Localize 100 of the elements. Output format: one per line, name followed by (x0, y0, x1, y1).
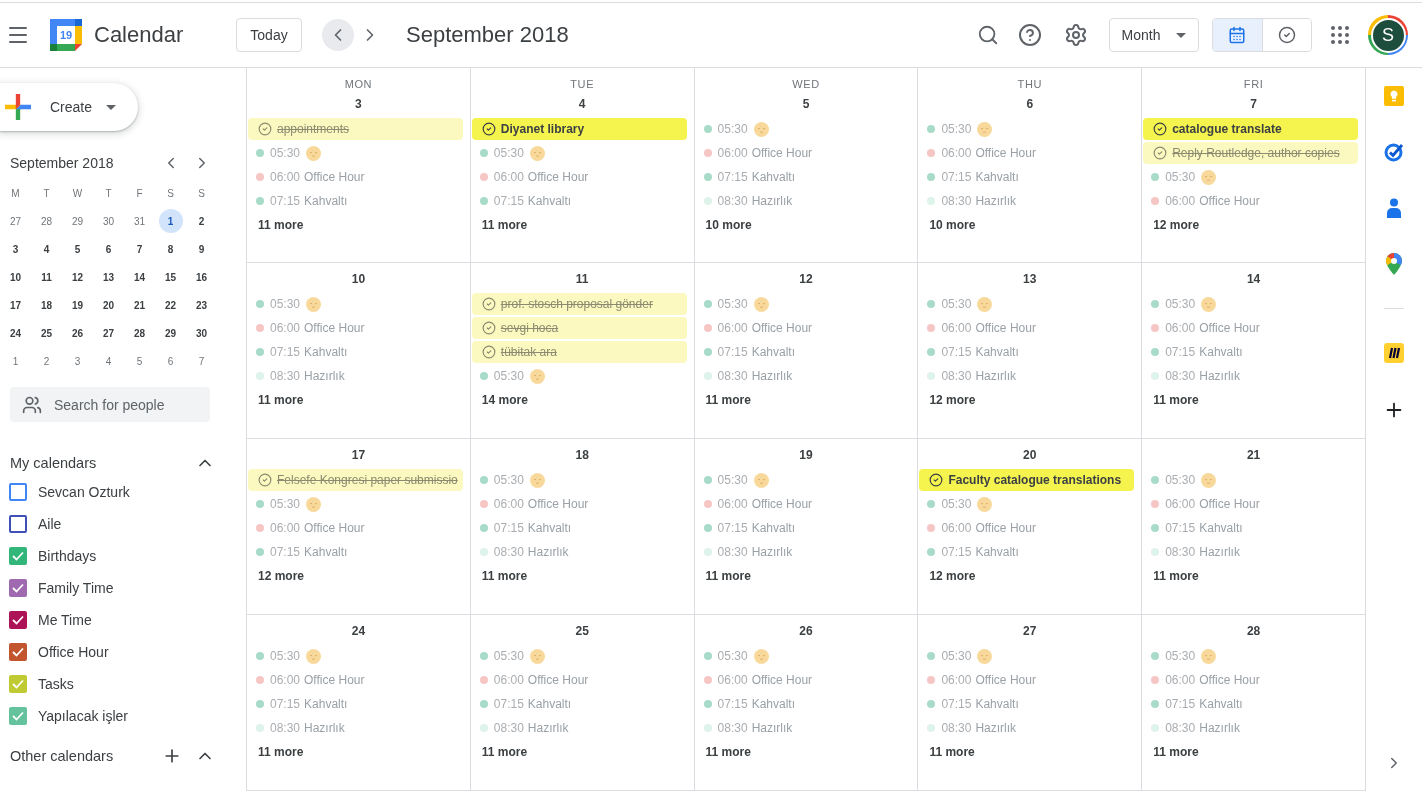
event-item[interactable]: 06:00 Office Hour (471, 669, 687, 691)
event-item[interactable]: 07:15 Kahvaltı (919, 541, 1135, 563)
day-number[interactable]: 19 (795, 443, 817, 467)
checkbox[interactable] (9, 515, 27, 533)
event-item[interactable]: 08:30 Hazırlık (248, 717, 463, 739)
event-item[interactable]: 07:15 Kahvaltı (248, 341, 463, 363)
day-number[interactable]: 6 (1022, 92, 1038, 116)
event-item[interactable]: 08:30 Hazırlık (471, 717, 687, 739)
event-item[interactable]: 07:15 Kahvaltı (695, 341, 911, 363)
tasks-view-button[interactable] (1261, 19, 1311, 51)
day-number[interactable]: 20 (1019, 443, 1041, 467)
mini-calendar-day[interactable]: 8 (158, 237, 183, 261)
more-link[interactable]: 10 more (695, 214, 756, 236)
mini-calendar-day[interactable]: 11 (34, 265, 59, 289)
more-link[interactable]: 11 more (695, 389, 755, 411)
event-item[interactable]: 07:15 Kahvaltı (919, 341, 1135, 363)
checkbox[interactable] (9, 547, 27, 565)
settings-icon[interactable] (1064, 23, 1088, 47)
event-item[interactable]: 08:30 Hazırlık (248, 365, 463, 387)
mini-calendar-day[interactable]: 7 (189, 349, 214, 373)
day-number[interactable]: 13 (1019, 267, 1041, 291)
event-item[interactable]: 06:00 Office Hour (248, 317, 463, 339)
event-item[interactable]: 07:15 Kahvaltı (471, 517, 687, 539)
mini-calendar-day[interactable]: 20 (96, 293, 121, 317)
event-item[interactable]: 06:00 Office Hour (1143, 317, 1358, 339)
mini-calendar-day[interactable]: 25 (34, 321, 59, 345)
event-item[interactable]: 08:30 Hazırlık (1143, 717, 1358, 739)
event-item[interactable]: 08:30 Hazırlık (1143, 365, 1358, 387)
mini-calendar-day[interactable]: 4 (34, 237, 59, 261)
mini-calendar-day[interactable]: 28 (127, 321, 152, 345)
more-link[interactable]: 12 more (248, 565, 309, 587)
help-icon[interactable] (1018, 23, 1042, 47)
day-number[interactable]: 12 (795, 267, 817, 291)
more-link[interactable]: 14 more (471, 389, 532, 411)
mini-calendar-day[interactable]: 13 (96, 265, 121, 289)
search-icon[interactable] (977, 24, 999, 46)
event-item[interactable]: 07:15 Kahvaltı (919, 166, 1135, 188)
more-link[interactable]: 11 more (695, 741, 755, 763)
event-item[interactable]: 06:00 Office Hour (919, 517, 1135, 539)
view-dropdown[interactable]: Month (1109, 18, 1199, 52)
checkbox[interactable] (9, 675, 27, 693)
mini-calendar-day[interactable]: 3 (65, 349, 90, 373)
event-item[interactable]: 06:00 Office Hour (248, 517, 463, 539)
event-item[interactable]: 08:30 Hazırlık (919, 717, 1135, 739)
mini-calendar-day[interactable]: 3 (3, 237, 28, 261)
more-link[interactable]: 11 more (471, 565, 532, 587)
mini-calendar-day[interactable]: 2 (34, 349, 59, 373)
task-chip[interactable]: Faculty catalogue translations (919, 469, 1135, 491)
mini-calendar-day[interactable]: 7 (127, 237, 152, 261)
event-item[interactable]: 07:15 Kahvaltı (248, 541, 463, 563)
day-number[interactable]: 3 (351, 92, 366, 116)
checkbox[interactable] (9, 579, 27, 597)
mini-calendar-day[interactable]: 27 (96, 321, 121, 345)
task-chip[interactable]: Felsefe Kongresi paper submissio (248, 469, 463, 491)
mini-calendar-day[interactable]: 29 (158, 321, 183, 345)
event-item[interactable]: 07:15 Kahvaltı (1143, 693, 1358, 715)
mini-calendar-day[interactable]: 1 (158, 209, 183, 233)
mini-calendar-day[interactable]: 6 (158, 349, 183, 373)
person-icon[interactable] (1387, 198, 1401, 218)
mini-calendar-day[interactable]: 30 (189, 321, 214, 345)
day-number[interactable]: 18 (571, 443, 593, 467)
event-item[interactable]: 07:15 Kahvaltı (1143, 517, 1358, 539)
day-number[interactable]: 11 (571, 267, 593, 291)
task-chip[interactable]: catalogue translate (1143, 118, 1358, 140)
mini-calendar-day[interactable]: 12 (65, 265, 90, 289)
mini-calendar-day[interactable]: 17 (3, 293, 28, 317)
day-number[interactable]: 26 (795, 619, 817, 643)
check-circle-icon[interactable] (1384, 142, 1404, 162)
event-item[interactable]: 07:15 Kahvaltı (695, 517, 911, 539)
event-item[interactable]: 06:00 Office Hour (1143, 190, 1358, 212)
mini-calendar-day[interactable]: 28 (34, 209, 59, 233)
mini-calendar-day[interactable]: 2 (189, 209, 214, 233)
task-chip[interactable]: appointments (248, 118, 463, 140)
event-item[interactable]: 06:00 Office Hour (1143, 493, 1358, 515)
tile-icon[interactable] (1384, 343, 1404, 363)
calendar-view-button[interactable] (1213, 19, 1262, 51)
more-link[interactable]: 11 more (1143, 741, 1203, 763)
event-item[interactable]: 07:15 Kahvaltı (1143, 341, 1358, 363)
event-item[interactable]: 06:00 Office Hour (248, 669, 463, 691)
day-number[interactable]: 5 (798, 92, 814, 116)
more-link[interactable]: 11 more (695, 565, 755, 587)
event-item[interactable]: 06:00 Office Hour (248, 166, 463, 188)
event-item[interactable]: 06:00 Office Hour (695, 669, 911, 691)
mini-calendar-day[interactable]: 27 (3, 209, 28, 233)
event-item[interactable]: 08:30 Hazırlık (695, 190, 911, 212)
avatar[interactable]: S (1368, 15, 1408, 55)
event-item[interactable]: 07:15 Kahvaltı (248, 693, 463, 715)
mini-calendar-day[interactable]: 10 (3, 265, 28, 289)
more-link[interactable]: 12 more (919, 389, 980, 411)
event-item[interactable]: 06:00 Office Hour (1143, 669, 1358, 691)
more-link[interactable]: 10 more (919, 214, 980, 236)
checkbox[interactable] (9, 611, 27, 629)
mini-calendar-day[interactable]: 24 (3, 321, 28, 345)
day-number[interactable]: 27 (1019, 619, 1041, 643)
mini-calendar-day[interactable]: 21 (127, 293, 152, 317)
day-number[interactable]: 24 (347, 619, 370, 643)
event-item[interactable]: 06:00 Office Hour (695, 317, 911, 339)
task-chip[interactable]: tübitak ara (471, 341, 687, 363)
dots-grid-icon[interactable] (1331, 26, 1349, 44)
checkbox[interactable] (9, 483, 27, 501)
